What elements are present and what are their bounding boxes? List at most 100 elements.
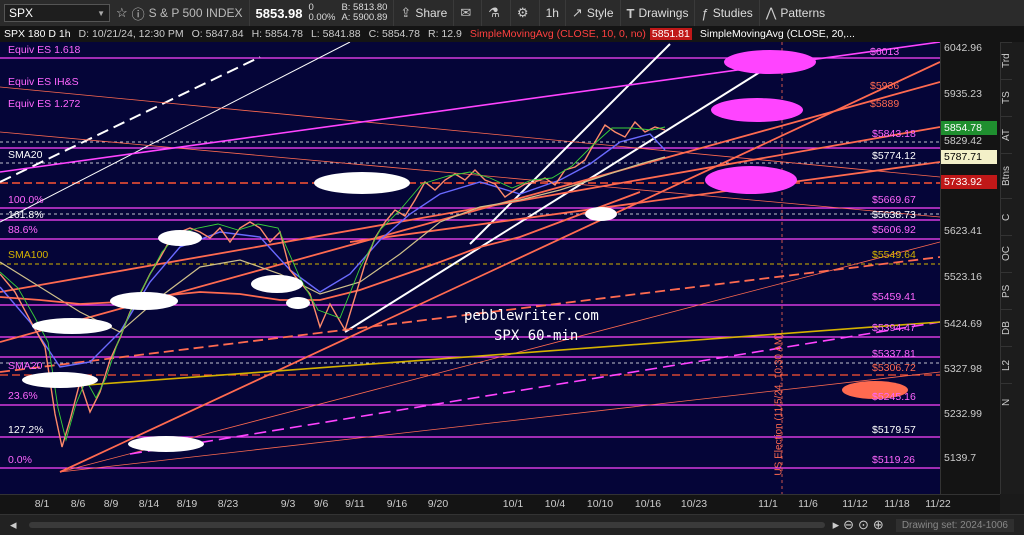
time-tick: 11/18 bbox=[884, 498, 910, 510]
symbol-text: SPX bbox=[9, 6, 34, 20]
price-tick: 5623.41 bbox=[944, 225, 982, 237]
side-tab-n[interactable]: N bbox=[1001, 383, 1012, 420]
interval-selector[interactable]: 1h bbox=[540, 0, 566, 26]
label-sma20-a: SMA20 bbox=[8, 149, 43, 161]
side-tab-trd[interactable]: Trd bbox=[1001, 42, 1012, 79]
sma10-label[interactable]: SimpleMovingAvg (CLOSE, 10, 0, no) bbox=[470, 28, 646, 40]
label-pct-100: 100.0% bbox=[8, 194, 44, 206]
magenta-sloped-lines bbox=[0, 42, 940, 455]
salmon-trendlines bbox=[0, 61, 940, 473]
chevron-down-icon: ▼ bbox=[97, 8, 105, 18]
index-name: S & P 500 INDEX bbox=[148, 6, 243, 20]
side-tab-db[interactable]: DB bbox=[1001, 309, 1012, 346]
label-pct-236: 23.6% bbox=[8, 390, 38, 402]
drawing-set-label[interactable]: Drawing set: 2024-1006 bbox=[895, 518, 1014, 532]
time-tick: 10/16 bbox=[634, 498, 662, 510]
horizontal-levels bbox=[0, 57, 940, 469]
change-block: 0 0.00% bbox=[309, 3, 336, 23]
side-tab-ts[interactable]: TS bbox=[1001, 79, 1012, 116]
ellipse-marker bbox=[286, 297, 310, 309]
level-5179: $5179.57 bbox=[872, 424, 916, 436]
patterns-button[interactable]: ⋀ Patterns bbox=[760, 0, 831, 26]
side-tab-btns[interactable]: Btns bbox=[1001, 153, 1012, 198]
horizontal-scrollbar[interactable] bbox=[28, 522, 825, 528]
time-tick: 8/19 bbox=[176, 498, 198, 510]
envelope-button[interactable]: ✉ bbox=[454, 0, 483, 26]
time-tick: 8/23 bbox=[217, 498, 239, 510]
bar-open: O: 5847.84 bbox=[191, 28, 244, 40]
settings-button[interactable]: ⚙ bbox=[511, 0, 540, 26]
trendline bbox=[349, 161, 940, 243]
info-icon[interactable]: ⓘ bbox=[132, 4, 145, 23]
price-tick: 5139.7 bbox=[944, 452, 977, 464]
label-pct-1618: 161.8% bbox=[8, 209, 44, 221]
sma20-price-tag: 5787.71 bbox=[941, 150, 997, 164]
scroll-left-icon[interactable]: ◂ bbox=[10, 517, 17, 533]
drawings-label: Drawings bbox=[638, 6, 689, 20]
side-tab-l2[interactable]: L2 bbox=[1001, 346, 1012, 383]
level-5843: $5843.18 bbox=[872, 128, 916, 140]
interval-label: 1h bbox=[545, 6, 559, 20]
patterns-icon: ⋀ bbox=[765, 5, 777, 20]
index-info: ☆ ⓘ S & P 500 INDEX bbox=[110, 0, 250, 26]
studies-button[interactable]: ƒ Studies bbox=[695, 0, 760, 26]
flask-button[interactable]: ⚗ bbox=[482, 0, 511, 26]
time-tick: 8/14 bbox=[138, 498, 160, 510]
label-sma100: SMA100 bbox=[8, 249, 49, 261]
price-tick: 6042.96 bbox=[944, 42, 982, 54]
side-tab-at[interactable]: AT bbox=[1001, 116, 1012, 153]
bid-ask-block: B: 5813.80 A: 5900.89 bbox=[341, 3, 387, 23]
price-chart[interactable]: Equiv ES 1.618 Equiv ES IH&S Equiv ES 1.… bbox=[0, 42, 940, 494]
zoom-reset-icon[interactable]: ⊙ bbox=[858, 517, 869, 533]
sma10-value: 5851.81 bbox=[649, 28, 692, 40]
time-axis[interactable]: 8/1 8/6 8/9 8/14 8/19 8/23 9/3 9/6 9/11 … bbox=[0, 494, 1000, 515]
level-5119: $5119.26 bbox=[872, 454, 916, 466]
ellipse-marker bbox=[251, 275, 303, 293]
style-button[interactable]: ↗ Style bbox=[566, 0, 621, 26]
target-ellipse bbox=[724, 50, 816, 74]
level-5306: $5306.72 bbox=[872, 362, 916, 374]
side-tab-c[interactable]: C bbox=[1001, 198, 1012, 235]
zoom-in-icon[interactable]: ⊕ bbox=[873, 517, 884, 533]
time-tick: 8/9 bbox=[103, 498, 119, 510]
flask-icon: ⚗ bbox=[488, 5, 500, 20]
time-tick: 9/6 bbox=[313, 498, 329, 510]
time-tick: 9/11 bbox=[345, 498, 365, 510]
top-toolbar: SPX ▼ ☆ ⓘ S & P 500 INDEX 5853.98 0 0.00… bbox=[0, 0, 1024, 27]
share-button[interactable]: ⇪ Share bbox=[394, 0, 455, 26]
price-tick: 5935.23 bbox=[944, 88, 982, 100]
time-tick: 9/16 bbox=[386, 498, 408, 510]
chart-header-row: SPX 180 D 1h D: 10/21/24, 12:30 PM O: 58… bbox=[0, 26, 1024, 42]
side-tab-oc[interactable]: OC bbox=[1001, 235, 1012, 272]
level-5638: $5638.73 bbox=[872, 209, 916, 221]
bar-close: C: 5854.78 bbox=[368, 28, 420, 40]
bar-date: D: 10/21/24, 12:30 PM bbox=[78, 28, 184, 40]
chart-title: SPX 180 D 1h bbox=[4, 28, 71, 40]
scroll-right-icon[interactable]: ▸ bbox=[833, 517, 840, 533]
sma20-label[interactable]: SimpleMovingAvg (CLOSE, 20,... bbox=[700, 28, 855, 40]
side-tab-ps[interactable]: PS bbox=[1001, 272, 1012, 309]
target-ellipse bbox=[705, 166, 797, 194]
price-tick: 5523.16 bbox=[944, 271, 982, 283]
symbol-selector[interactable]: SPX ▼ bbox=[4, 4, 110, 22]
price-tick: 5424.69 bbox=[944, 318, 982, 330]
watermark-title: SPX 60-min bbox=[494, 328, 579, 344]
studies-icon: ƒ bbox=[701, 5, 709, 21]
time-tick: 8/6 bbox=[70, 498, 86, 510]
zoom-out-icon[interactable]: ⊖ bbox=[843, 517, 854, 533]
text-tool-icon: T bbox=[626, 5, 635, 21]
label-pct-1272: 127.2% bbox=[8, 424, 44, 436]
time-tick: 11/12 bbox=[842, 498, 868, 510]
chart-drawing-layer bbox=[0, 42, 940, 494]
price-block: 5853.98 0 0.00% B: 5813.80 A: 5900.89 bbox=[250, 0, 395, 26]
level-5606: $5606.92 bbox=[872, 224, 916, 236]
price-axis[interactable]: 6042.96 5935.23 5829.42 5623.41 5523.16 … bbox=[940, 42, 1001, 494]
label-pct-0: 0.0% bbox=[8, 454, 32, 466]
level-5394: $5394.47 bbox=[872, 322, 916, 334]
star-icon[interactable]: ☆ bbox=[116, 5, 128, 21]
target-ellipse bbox=[711, 98, 803, 122]
time-tick: 11/1 bbox=[758, 498, 778, 510]
drawings-button[interactable]: T Drawings bbox=[621, 0, 696, 26]
time-tick: 11/6 bbox=[798, 498, 818, 510]
ask-value: A: 5900.89 bbox=[341, 12, 388, 23]
